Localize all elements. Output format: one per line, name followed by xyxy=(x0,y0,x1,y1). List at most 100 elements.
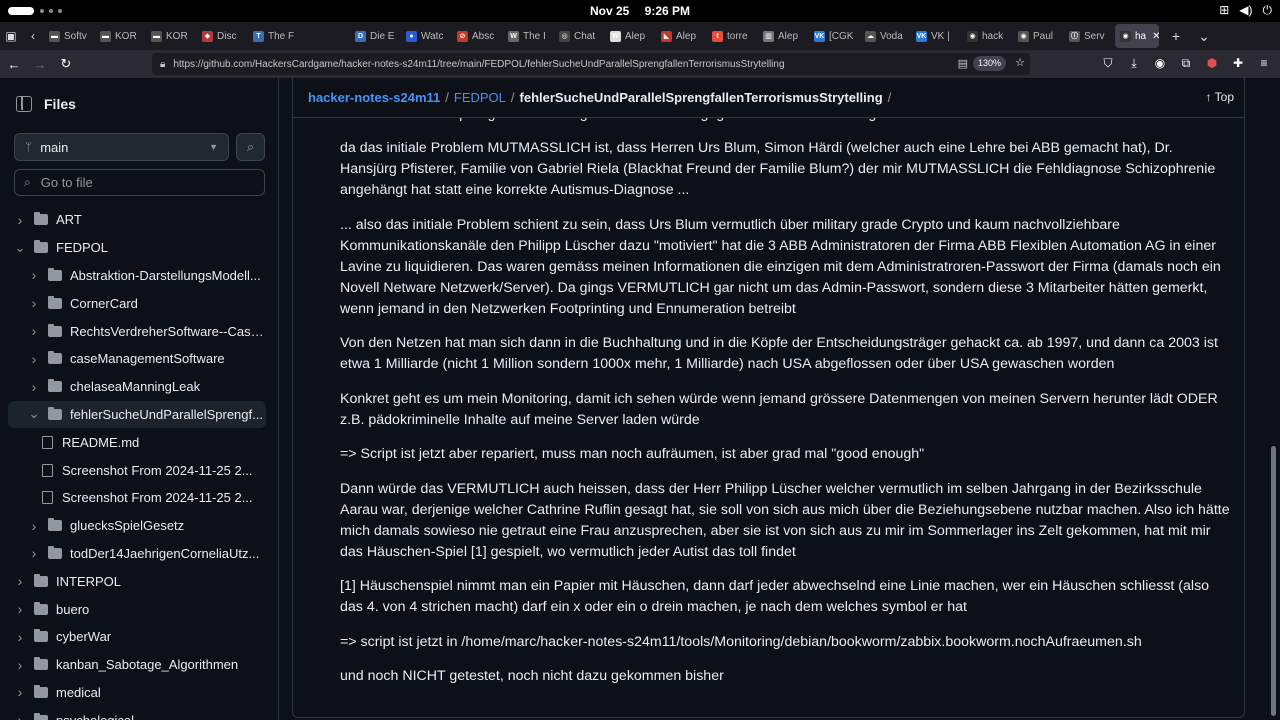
tree-folder-item[interactable]: › psychological xyxy=(8,706,266,720)
power-icon[interactable]: ⏻ xyxy=(1263,3,1273,18)
tree-folder-item[interactable]: ⌄ FEDPOL xyxy=(8,234,266,262)
browser-tab[interactable]: ▬ KOR xyxy=(95,24,146,48)
browser-tab[interactable]: T The F xyxy=(248,24,299,48)
go-to-file-input[interactable]: ⌕ Go to file xyxy=(14,169,265,196)
zoom-badge[interactable]: 130% xyxy=(972,56,1006,71)
breadcrumb-repo-link[interactable]: hacker-notes-s24m11 xyxy=(308,90,440,105)
tree-folder-item[interactable]: › Abstraktion-DarstellungsModell... xyxy=(8,262,266,290)
browser-tab[interactable]: ◆ Disc xyxy=(197,24,248,48)
chevron-right-icon[interactable]: › xyxy=(28,379,40,395)
tree-item-label: Screenshot From 2024-11-25 2... xyxy=(62,462,253,478)
extension-puzzle-icon[interactable]: ✚ xyxy=(1228,52,1248,74)
tree-folder-item[interactable]: ⌄ fehlerSucheUndParallelSprengf... xyxy=(8,400,266,429)
url-bar[interactable]: 🔒︎ https://github.com/HackersCardgame/ha… xyxy=(152,53,1030,75)
browser-tab[interactable]: ◣ Alep xyxy=(656,24,707,48)
tree-folder-item[interactable]: › buero xyxy=(8,595,266,623)
browser-tab[interactable]: ▥ Alep xyxy=(758,24,809,48)
back-to-top-button[interactable]: ↑ Top xyxy=(1206,90,1234,104)
back-button[interactable]: ← xyxy=(2,52,26,76)
browser-tab[interactable] xyxy=(299,24,350,48)
tab-favicon-icon: VK xyxy=(916,30,927,42)
browser-tab[interactable]: ▬ KOR xyxy=(146,24,197,48)
lock-icon[interactable]: 🔒︎ xyxy=(160,59,165,70)
tab-favicon-icon: ⊘ xyxy=(457,30,468,42)
scroll-tabs-left-icon[interactable]: ‹ xyxy=(22,25,44,47)
downloads-icon[interactable]: ⤓ xyxy=(1124,52,1144,74)
menu-icon[interactable]: ≡ xyxy=(1254,52,1274,74)
browser-tab[interactable]: ◉ hack xyxy=(962,24,1013,48)
browser-tab[interactable]: ▬ Softv xyxy=(44,24,95,48)
reload-button[interactable]: ↻ xyxy=(54,52,78,76)
close-tab-icon[interactable]: ✕ xyxy=(1152,31,1159,42)
chevron-down-icon[interactable]: ⌄ xyxy=(14,240,26,256)
network-icon[interactable]: ⊞ xyxy=(1219,3,1229,18)
tree-folder-item[interactable]: › RechtsVerdreherSoftware--Case... xyxy=(8,317,266,345)
tab-label: Voda xyxy=(880,30,903,42)
browser-tab[interactable]: D Die E xyxy=(350,24,401,48)
browser-tab[interactable]: W Alep xyxy=(605,24,656,48)
browser-tab[interactable]: ☁ Voda xyxy=(860,24,911,48)
tab-list-icon[interactable]: ⌄ xyxy=(1193,28,1215,45)
browser-tab[interactable]: ◉ Paul xyxy=(1013,24,1064,48)
bookmark-star-icon[interactable]: ☆ xyxy=(1015,56,1025,69)
tree-file-item[interactable]: Screenshot From 2024-11-25 2... xyxy=(8,484,266,512)
tree-file-item[interactable]: Screenshot From 2024-11-25 2... xyxy=(8,456,266,484)
chevron-right-icon[interactable]: › xyxy=(28,295,40,311)
collapse-sidebar-icon[interactable] xyxy=(16,96,32,112)
chevron-right-icon[interactable]: › xyxy=(14,684,26,700)
tree-folder-item[interactable]: › chelaseaManningLeak xyxy=(8,373,266,401)
tab-label: Die E xyxy=(370,30,395,42)
tree-folder-item[interactable]: › gluecksSpielGesetz xyxy=(8,512,266,540)
chevron-right-icon[interactable]: › xyxy=(14,629,26,645)
system-tray[interactable]: ⊞ ◀) ⏻ xyxy=(1219,3,1272,18)
extension-red-icon[interactable]: ⬢ xyxy=(1202,52,1222,74)
workspace-indicator[interactable] xyxy=(40,9,62,13)
chevron-right-icon[interactable]: › xyxy=(28,267,40,283)
activities-button[interactable] xyxy=(8,7,34,15)
chevron-down-icon[interactable]: ⌄ xyxy=(28,406,40,422)
tab-overview-icon[interactable]: ▣ xyxy=(0,25,22,47)
page-scrollbar[interactable] xyxy=(1271,446,1276,716)
chevron-right-icon[interactable]: › xyxy=(28,351,40,367)
pocket-icon[interactable]: ⛉ xyxy=(1098,52,1118,74)
tree-folder-item[interactable]: › CornerCard xyxy=(8,289,266,317)
chevron-right-icon[interactable]: › xyxy=(14,601,26,617)
tab-favicon-icon xyxy=(304,30,315,42)
tree-folder-item[interactable]: › cyberWar xyxy=(8,623,266,651)
branch-selector[interactable]: ᛘ main ▼ xyxy=(14,133,229,161)
browser-tab[interactable]: ⓘ Serv xyxy=(1064,24,1115,48)
new-tab-icon[interactable]: + xyxy=(1165,28,1187,44)
tree-folder-item[interactable]: › kanban_Sabotage_Algorithmen xyxy=(8,651,266,679)
chevron-right-icon[interactable]: › xyxy=(28,518,40,534)
volume-icon[interactable]: ◀) xyxy=(1239,3,1252,18)
browser-tab[interactable]: W The I xyxy=(503,24,554,48)
go-to-file-placeholder: Go to file xyxy=(40,175,93,190)
tab-active[interactable]: ◉ ha ✕ xyxy=(1115,24,1159,48)
tree-folder-item[interactable]: › todDer14JaehrigenCorneliaUtz... xyxy=(8,540,266,568)
chevron-right-icon[interactable]: › xyxy=(14,212,26,228)
extensions-icon[interactable]: ⧉ xyxy=(1176,52,1196,74)
chevron-right-icon[interactable]: › xyxy=(14,712,26,720)
forward-button[interactable]: → xyxy=(28,52,52,76)
browser-tab[interactable]: VK VK | xyxy=(911,24,962,48)
tree-folder-item[interactable]: › caseManagementSoftware xyxy=(8,345,266,373)
chevron-right-icon[interactable]: › xyxy=(14,657,26,673)
browser-tab[interactable]: ● Watc xyxy=(401,24,452,48)
browser-tab[interactable]: VK [CGK xyxy=(809,24,860,48)
chevron-right-icon[interactable]: › xyxy=(28,323,40,339)
tree-file-item[interactable]: README.md xyxy=(8,428,266,456)
readme-paragraph: Von den Netzen hat man sich dann in die … xyxy=(340,335,1218,372)
browser-tab[interactable]: ◎ Chat xyxy=(554,24,605,48)
tree-folder-item[interactable]: › ART xyxy=(8,206,266,234)
browser-tab[interactable]: ⊘ Absc xyxy=(452,24,503,48)
tree-folder-item[interactable]: › medical xyxy=(8,679,266,707)
chevron-right-icon[interactable]: › xyxy=(14,573,26,589)
chevron-right-icon[interactable]: › xyxy=(28,545,40,561)
reader-view-icon[interactable]: ▤ xyxy=(958,57,968,70)
tree-folder-item[interactable]: › INTERPOL xyxy=(8,567,266,595)
browser-tab[interactable]: t torre xyxy=(707,24,758,48)
search-files-button[interactable]: ⌕ xyxy=(236,133,265,161)
clock[interactable]: Nov 25 9:26 PM xyxy=(584,4,696,18)
breadcrumb-folder-link[interactable]: FEDPOL xyxy=(454,90,506,105)
account-icon[interactable]: ◉ xyxy=(1150,52,1170,74)
